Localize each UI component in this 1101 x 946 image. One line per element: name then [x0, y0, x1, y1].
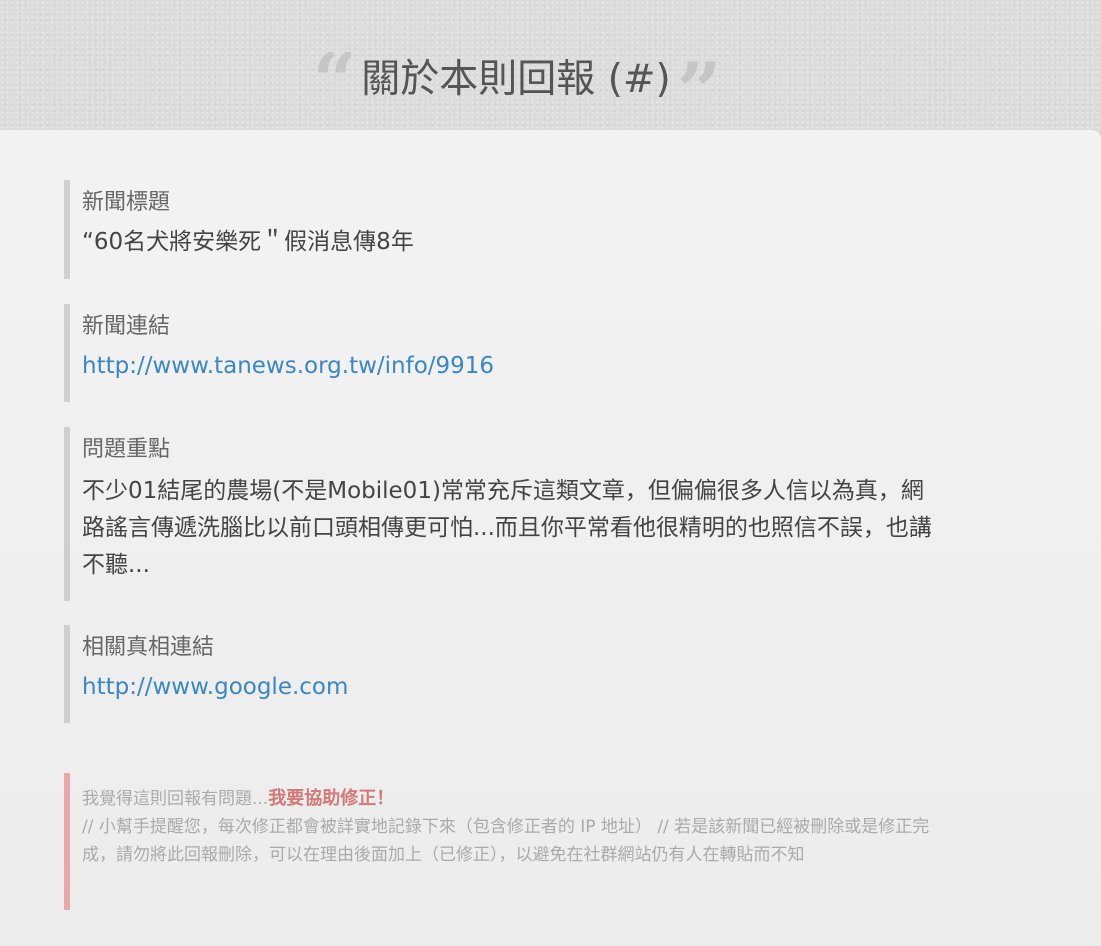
page-title-text: 關於本則回報 (#): [361, 57, 671, 102]
truth-link[interactable]: http://www.google.com: [82, 669, 944, 706]
report-detail-card: 新聞標題 “60名犬將安樂死＂假消息傳8年 新聞連結 http://www.ta…: [0, 130, 1101, 946]
note-prefix: 我覺得這則回報有問題...: [82, 789, 269, 809]
correction-note: 我覺得這則回報有問題...我要協助修正！ // 小幫手提醒您，每次修正都會被詳實…: [64, 773, 944, 910]
help-correct-link[interactable]: 我要協助修正！: [268, 788, 394, 809]
problem-label: 問題重點: [82, 437, 171, 462]
truth-link-label: 相關真相連結: [82, 635, 215, 660]
problem-value: 不少01結尾的農場(不是Mobile01)常常充斥這類文章，但偏偏很多人信以為真…: [82, 478, 932, 578]
problem-field: 問題重點 不少01結尾的農場(不是Mobile01)常常充斥這類文章，但偏偏很多…: [64, 427, 944, 601]
news-title-field: 新聞標題 “60名犬將安樂死＂假消息傳8年: [64, 180, 944, 279]
news-link[interactable]: http://www.tanews.org.tw/info/9916: [82, 348, 944, 385]
page-header: “關於本則回報 (#)”: [0, 0, 1101, 130]
news-link-label: 新聞連結: [82, 314, 171, 339]
news-title-label: 新聞標題: [82, 190, 171, 215]
news-title-value: “60名犬將安樂死＂假消息傳8年: [82, 229, 414, 255]
page-title: “關於本則回報 (#)”: [0, 52, 1028, 120]
news-link-field: 新聞連結 http://www.tanews.org.tw/info/9916: [64, 304, 944, 402]
note-header: 我覺得這則回報有問題...我要協助修正！: [82, 785, 944, 813]
open-quote-icon: “: [312, 52, 352, 110]
note-body: // 小幫手提醒您，每次修正都會被詳實地記錄下來（包含修正者的 IP 地址） /…: [82, 817, 930, 865]
close-quote-icon: ”: [676, 52, 716, 121]
truth-link-field: 相關真相連結 http://www.google.com: [64, 625, 944, 723]
